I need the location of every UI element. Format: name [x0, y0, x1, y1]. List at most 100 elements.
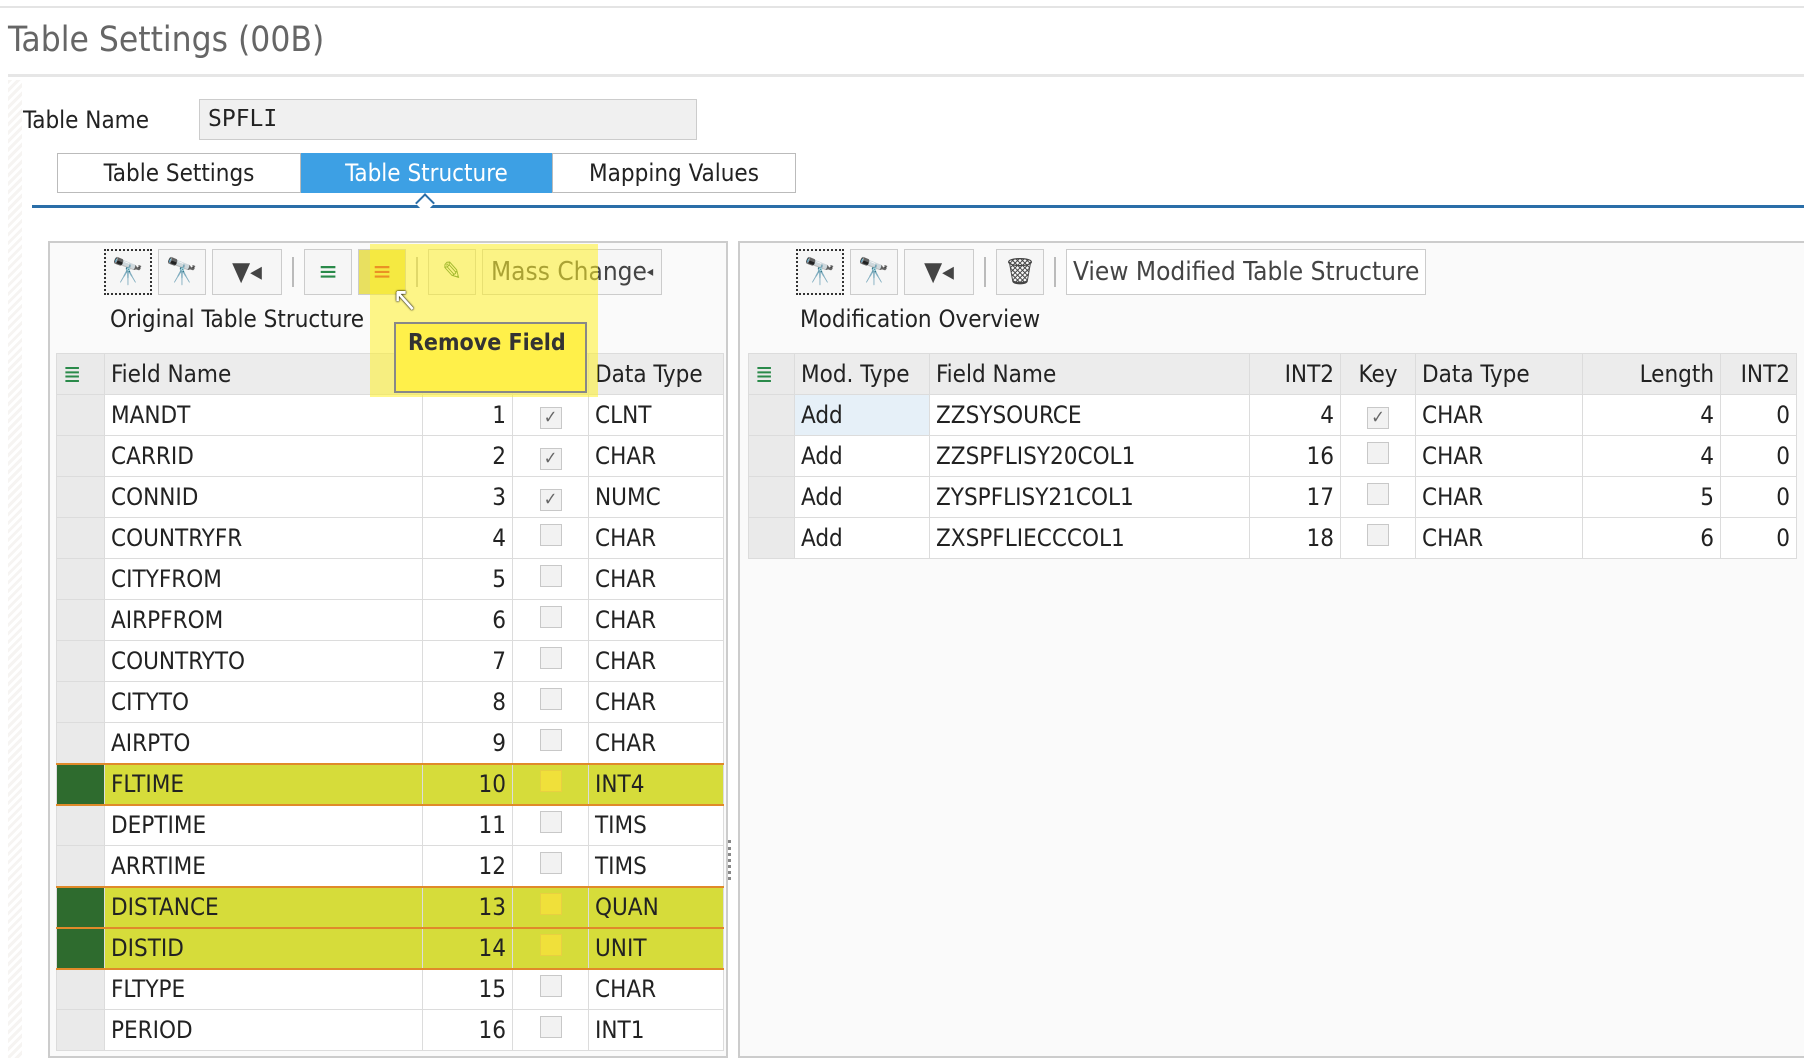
field-name: ZXSPFLIECCCOL1	[929, 517, 1250, 559]
table-row[interactable]: COUNTRYTO 7 CHAR	[56, 640, 724, 682]
delete-button[interactable]: 🗑	[996, 249, 1044, 295]
row-selector[interactable]	[56, 476, 105, 518]
table-row[interactable]: ARRTIME 12 TIMS	[56, 845, 724, 887]
row-selector[interactable]	[56, 435, 105, 477]
row-selector[interactable]	[56, 558, 105, 600]
filter-button[interactable]: ▼◂	[212, 249, 282, 295]
table-name-input[interactable]: SPFLI	[199, 99, 697, 140]
key-checkbox[interactable]	[539, 934, 562, 956]
page-title: Table Settings (00B)	[8, 20, 325, 60]
table-row[interactable]: CITYTO 8 CHAR	[56, 681, 724, 723]
key-checkbox[interactable]	[539, 728, 562, 751]
table-row[interactable]: CARRID 2 ✓ CHAR	[56, 435, 724, 477]
column-header-data-type[interactable]: Data Type	[588, 353, 724, 395]
key-cell	[512, 1009, 589, 1051]
key-checkbox[interactable]	[539, 770, 562, 792]
tab-table-settings[interactable]: Table Settings	[57, 153, 301, 193]
field-position: 4	[422, 517, 513, 559]
column-header-int2-b[interactable]: INT2	[1720, 353, 1797, 395]
row-selector[interactable]	[56, 885, 105, 929]
row-selector[interactable]	[748, 476, 795, 518]
table-row[interactable]: AIRPFROM 6 CHAR	[56, 599, 724, 641]
find-next-button[interactable]: 🔭	[158, 249, 206, 295]
filter-button[interactable]: ▼◂	[904, 249, 974, 295]
data-type: NUMC	[588, 476, 724, 518]
table-row[interactable]: COUNTRYFR 4 CHAR	[56, 517, 724, 559]
row-selector[interactable]	[748, 394, 795, 436]
row-selector[interactable]	[56, 845, 105, 887]
field-name: CITYTO	[104, 681, 423, 723]
table-row[interactable]: FLTIME 10 INT4	[56, 762, 724, 806]
row-selector[interactable]	[56, 722, 105, 764]
binoculars-plus-icon: 🔭	[165, 257, 199, 287]
data-type: CHAR	[1415, 435, 1583, 477]
table-row[interactable]: Add ZXSPFLIECCCOL1 18 CHAR 6 0	[748, 517, 1797, 559]
key-checkbox[interactable]	[539, 1016, 562, 1038]
key-checkbox[interactable]	[1367, 442, 1389, 464]
table-row[interactable]: MANDT 1 ✓ CLNT	[56, 394, 724, 436]
data-type: CHAR	[588, 722, 724, 764]
table-row[interactable]: Add ZZSPFLISY20COL1 16 CHAR 4 0	[748, 435, 1797, 477]
key-checkbox[interactable]: ✓	[539, 489, 562, 511]
field-position: 13	[422, 885, 513, 929]
row-selector[interactable]	[56, 1009, 105, 1051]
find-button[interactable]: 🔭	[796, 249, 844, 295]
key-checkbox[interactable]	[539, 893, 562, 915]
row-selector[interactable]	[56, 640, 105, 682]
row-selector[interactable]	[56, 968, 105, 1010]
row-selector[interactable]	[748, 435, 795, 477]
table-row[interactable]: CONNID 3 ✓ NUMC	[56, 476, 724, 518]
table-row[interactable]: PERIOD 16 INT1	[56, 1009, 724, 1051]
table-row[interactable]: FLTYPE 15 CHAR	[56, 968, 724, 1010]
key-checkbox[interactable]	[539, 565, 562, 587]
key-checkbox[interactable]	[539, 811, 562, 834]
key-checkbox[interactable]	[1367, 524, 1389, 546]
table-row[interactable]: Add ZZSYSOURCE 4 ✓ CHAR 4 0	[748, 394, 1797, 436]
column-header-mod-type[interactable]: Mod. Type	[794, 353, 930, 395]
column-settings-icon[interactable]: ≣	[56, 353, 105, 395]
find-button[interactable]: 🔭	[104, 249, 152, 295]
row-selector[interactable]	[56, 926, 105, 970]
find-next-button[interactable]: 🔭	[850, 249, 898, 295]
tab-mapping-values[interactable]: Mapping Values	[552, 153, 796, 193]
column-header-int2[interactable]: INT2	[1249, 353, 1341, 395]
field-name: FLTIME	[104, 762, 423, 806]
tab-table-structure[interactable]: Table Structure	[301, 153, 552, 193]
column-header-key[interactable]: Key	[1340, 353, 1416, 395]
table-row[interactable]: AIRPTO 9 CHAR	[56, 722, 724, 764]
table-row[interactable]: DISTID 14 UNIT	[56, 926, 724, 970]
row-selector[interactable]	[56, 599, 105, 641]
key-checkbox[interactable]: ✓	[539, 407, 562, 429]
mod-type: Add	[794, 517, 930, 559]
key-checkbox[interactable]	[1367, 483, 1389, 505]
row-selector[interactable]	[56, 517, 105, 559]
field-position: 11	[422, 804, 513, 846]
row-selector[interactable]	[56, 804, 105, 846]
panel-splitter-handle[interactable]	[728, 840, 734, 880]
key-checkbox[interactable]	[539, 647, 562, 669]
column-header-length[interactable]: Length	[1582, 353, 1721, 395]
key-checkbox[interactable]	[539, 524, 562, 546]
key-checkbox[interactable]	[539, 851, 562, 874]
key-checkbox[interactable]: ✓	[539, 448, 562, 470]
row-selector[interactable]	[56, 681, 105, 723]
row-selector[interactable]	[748, 517, 795, 559]
key-checkbox[interactable]: ✓	[1367, 407, 1389, 429]
filter-icon: ▼◂	[924, 257, 954, 287]
column-settings-icon[interactable]: ≣	[748, 353, 795, 395]
field-position: 9	[422, 722, 513, 764]
key-checkbox[interactable]	[539, 688, 562, 710]
column-header-field-name[interactable]: Field Name	[929, 353, 1250, 395]
view-modified-structure-button[interactable]: View Modified Table Structure	[1066, 249, 1427, 295]
key-checkbox[interactable]	[539, 606, 562, 628]
add-field-button[interactable]: ≡	[304, 249, 352, 295]
row-selector[interactable]	[56, 394, 105, 436]
row-selector[interactable]	[56, 762, 105, 806]
key-checkbox[interactable]	[539, 975, 562, 998]
table-row[interactable]: DISTANCE 13 QUAN	[56, 885, 724, 929]
table-row[interactable]: CITYFROM 5 CHAR	[56, 558, 724, 600]
column-header-data-type[interactable]: Data Type	[1415, 353, 1583, 395]
table-row[interactable]: Add ZYSPFLISY21COL1 17 CHAR 5 0	[748, 476, 1797, 518]
field-position: 3	[422, 476, 513, 518]
table-row[interactable]: DEPTIME 11 TIMS	[56, 804, 724, 846]
